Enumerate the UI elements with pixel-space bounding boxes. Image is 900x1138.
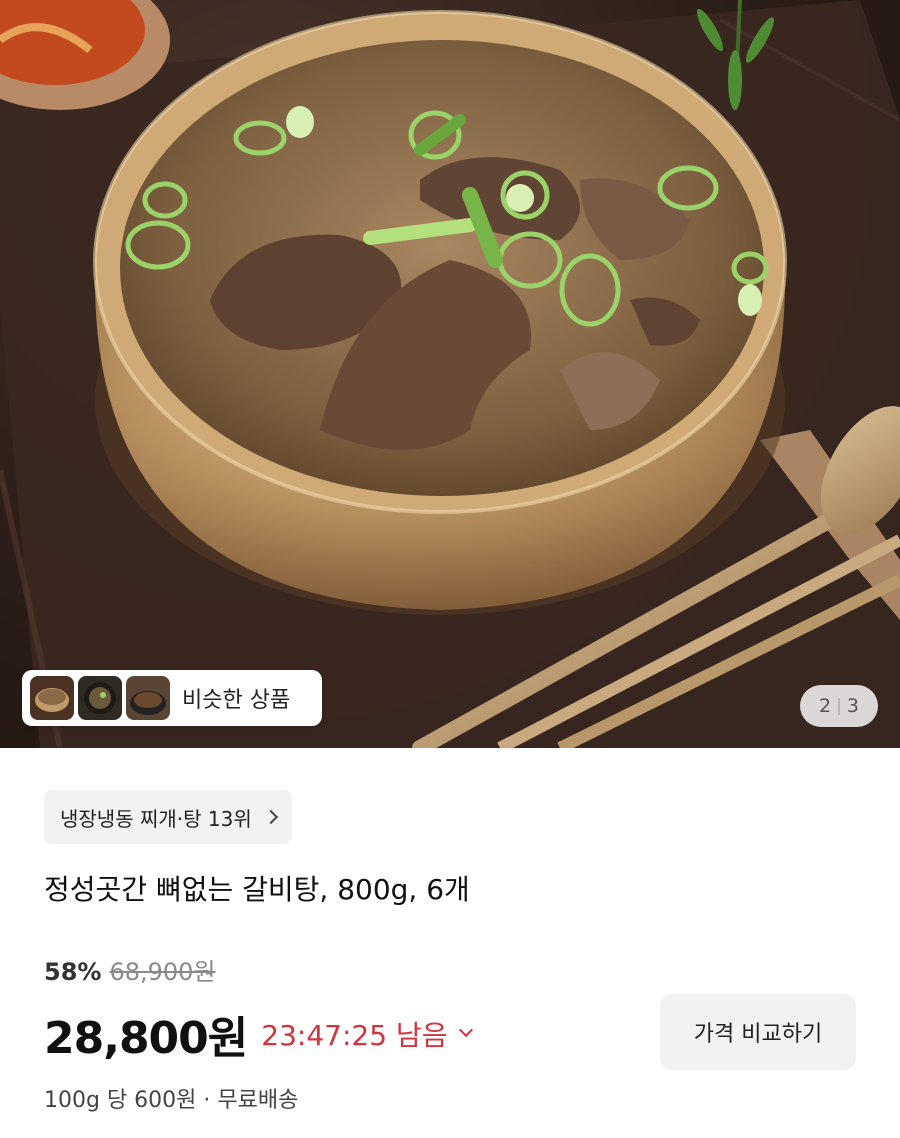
category-rank-link[interactable]: 냉장냉동 찌개·탕 13위: [44, 790, 292, 844]
original-price: 68,900원: [109, 958, 216, 986]
product-image-carousel[interactable]: 비슷한 상품 2 | 3: [0, 0, 900, 748]
page-separator: |: [836, 696, 842, 716]
product-title: 정성곳간 뼈없는 갈비탕, 800g, 6개: [44, 873, 470, 906]
galbitang-photo: [0, 0, 900, 748]
discount-row: 58% 68,900원: [44, 952, 216, 987]
deal-timer: 23:47:25 남음: [261, 1019, 448, 1052]
price-row: 28,800원 23:47:25 남음: [44, 1002, 474, 1066]
chevron-right-icon: [263, 809, 278, 825]
similar-product-thumbnail[interactable]: [78, 676, 122, 720]
similar-products-label: 비슷한 상품: [182, 688, 291, 713]
unit-price-shipping: 100g 당 600원 · 무료배송: [44, 1088, 299, 1113]
discount-rate: 58%: [44, 958, 102, 986]
similar-product-thumbnail[interactable]: [30, 676, 74, 720]
chevron-down-icon[interactable]: [459, 1022, 474, 1038]
category-rank-label: 냉장냉동 찌개·탕 13위: [60, 806, 252, 831]
price-compare-button[interactable]: 가격 비교하기: [660, 994, 856, 1070]
page-total: 3: [846, 695, 859, 717]
similar-product-thumbnail[interactable]: [126, 676, 170, 720]
page-current: 2: [819, 695, 832, 717]
similar-products-button[interactable]: 비슷한 상품: [22, 670, 322, 726]
image-page-indicator: 2 | 3: [800, 685, 878, 727]
sale-price: 28,800원: [44, 1013, 248, 1064]
